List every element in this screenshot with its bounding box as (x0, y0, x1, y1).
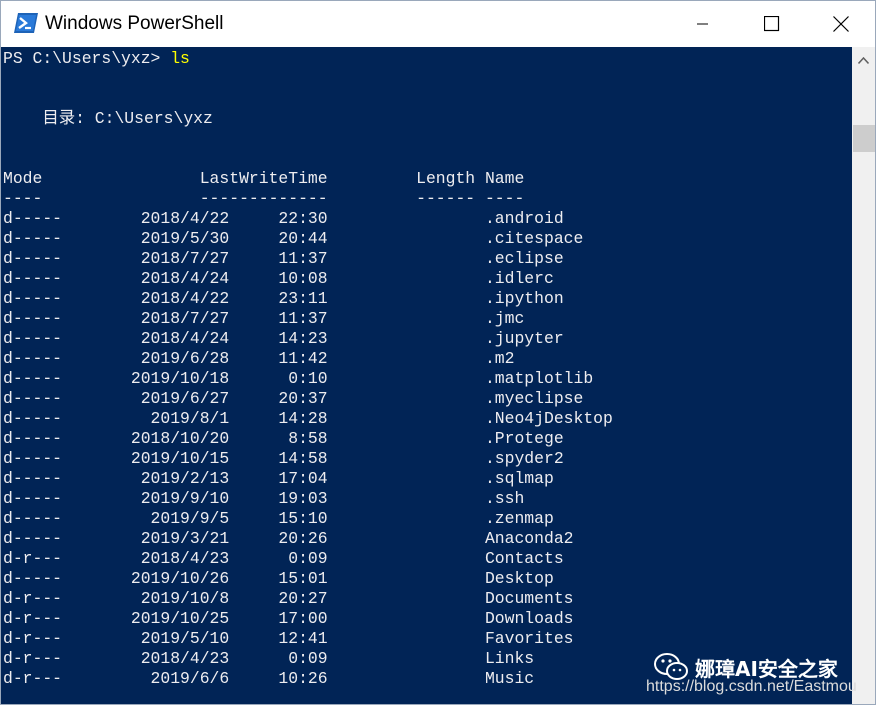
column-separator: ---- ------------- ------ ---- (3, 189, 525, 208)
listing-row: d----- 2019/9/10 19:03 .ssh (3, 489, 525, 508)
close-button[interactable] (806, 1, 875, 47)
listing-row: d----- 2018/7/27 11:37 .jmc (3, 309, 525, 328)
prompt-text: PS C:\Users\yxz> (3, 49, 171, 68)
listing-row: d----- 2019/10/26 15:01 Desktop (3, 569, 554, 588)
command-text: ls (170, 49, 190, 68)
close-icon (832, 16, 849, 32)
listing-row: d----- 2018/4/22 23:11 .ipython (3, 289, 564, 308)
console-output[interactable]: PS C:\Users\yxz> ls 目录: C:\Users\yxz Mod… (1, 47, 852, 704)
listing-row: d----- 2019/3/21 20:26 Anaconda2 (3, 529, 574, 548)
listing-row: d-r--- 2019/6/6 10:26 Music (3, 669, 535, 688)
listing-row: d----- 2019/2/13 17:04 .sqlmap (3, 469, 554, 488)
listing-row: d----- 2018/10/20 8:58 .Protege (3, 429, 564, 448)
window-title: Windows PowerShell (45, 13, 224, 34)
column-header: Mode LastWriteTime Length Name (3, 169, 525, 188)
listing-row: d----- 2019/10/18 0:10 .matplotlib (3, 369, 594, 388)
listing-row: d----- 2019/5/30 20:44 .citespace (3, 229, 584, 248)
powershell-icon (14, 12, 38, 34)
listing-row: d----- 2018/4/24 14:23 .jupyter (3, 329, 564, 348)
title-bar[interactable]: Windows PowerShell (1, 1, 875, 47)
chevron-up-icon (858, 56, 869, 64)
scroll-up-button[interactable] (852, 47, 875, 73)
listing-row: d----- 2019/10/15 14:58 .spyder2 (3, 449, 564, 468)
directory-label: 目录: C:\Users\yxz (3, 109, 213, 128)
listing-row: d-r--- 2018/4/23 0:09 Links (3, 649, 535, 668)
maximize-icon (763, 16, 779, 32)
listing-row: d-r--- 2018/4/23 0:09 Contacts (3, 549, 564, 568)
listing-row: d----- 2019/9/5 15:10 .zenmap (3, 509, 554, 528)
listing-row: d----- 2019/6/27 20:37 .myeclipse (3, 389, 584, 408)
listing-row: d----- 2019/8/1 14:28 .Neo4jDesktop (3, 409, 613, 428)
listing-row: d-r--- 2019/5/10 12:41 Favorites (3, 629, 574, 648)
listing-row: d----- 2018/4/22 22:30 .android (3, 209, 564, 228)
scroll-thumb[interactable] (853, 125, 875, 152)
minimize-button[interactable] (668, 1, 737, 47)
listing-row: d----- 2018/4/24 10:08 .idlerc (3, 269, 554, 288)
prompt-line: PS C:\Users\yxz> ls (3, 49, 190, 69)
vertical-scrollbar[interactable] (852, 47, 875, 704)
listing-row: d----- 2018/7/27 11:37 .eclipse (3, 249, 564, 268)
listing-row: d-r--- 2019/10/25 17:00 Downloads (3, 609, 574, 628)
minimize-icon (696, 23, 708, 25)
powershell-window: Windows PowerShell PS C:\Users\yxz> ls 目… (0, 0, 876, 705)
maximize-button[interactable] (737, 1, 806, 47)
watermark-url: https://blog.csdn.net/Eastmou (646, 678, 857, 695)
listing-row: d-r--- 2019/10/8 20:27 Documents (3, 589, 574, 608)
listing-row: d----- 2019/6/28 11:42 .m2 (3, 349, 515, 368)
